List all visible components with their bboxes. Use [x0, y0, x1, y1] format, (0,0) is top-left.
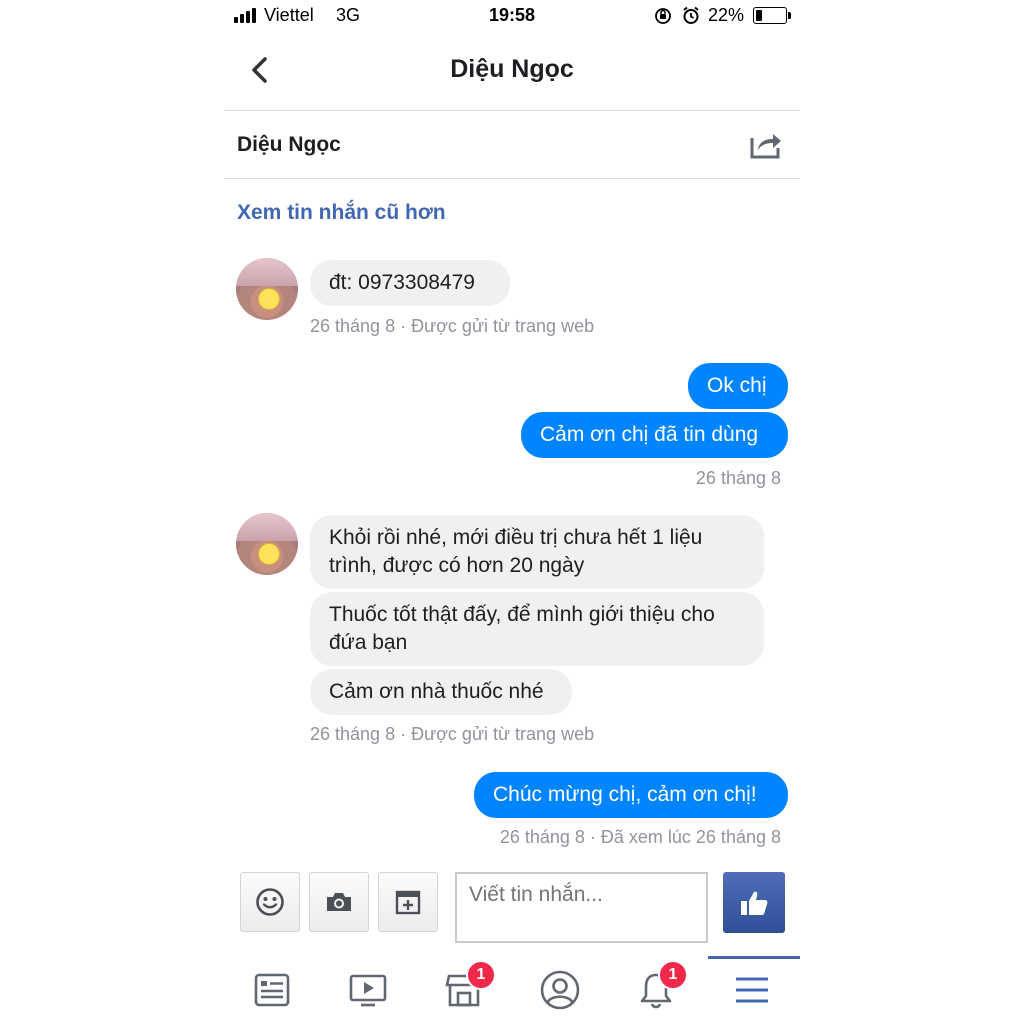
notification-badge: 1: [466, 960, 496, 990]
outgoing-message-bubble[interactable]: Chúc mừng chị, cảm ơn chị!: [474, 772, 788, 818]
see-older-messages-link[interactable]: Xem tin nhắn cũ hơn: [237, 201, 446, 225]
incoming-message-bubble[interactable]: Cảm ơn nhà thuốc nhé: [310, 669, 572, 715]
outgoing-message-bubble[interactable]: Ok chị: [688, 363, 788, 409]
tab-marketplace[interactable]: 1: [416, 960, 512, 1020]
battery-icon: [753, 7, 791, 24]
header-divider: [224, 110, 800, 111]
smiley-icon: [256, 888, 284, 916]
message-line: trình, được có hơn 20 ngày: [329, 554, 585, 577]
camera-icon: [327, 893, 351, 911]
message-timestamp: 26 tháng 8 · Được gửi từ trang web: [310, 316, 595, 336]
message-input[interactable]: [455, 872, 708, 943]
page-title: Diệu Ngọc: [450, 55, 574, 83]
tab-menu[interactable]: [704, 960, 800, 1020]
message-line: đứa bạn: [329, 631, 408, 654]
add-attachment-button[interactable]: [378, 872, 438, 932]
tab-profile[interactable]: [512, 960, 608, 1020]
watch-video-icon: [349, 974, 387, 1007]
rotation-lock-icon: [655, 8, 671, 24]
message-seen-status: 26 tháng 8 · Đã xem lúc 26 tháng 8: [499, 827, 781, 847]
profile-icon: [540, 970, 580, 1010]
share-icon[interactable]: [749, 128, 783, 160]
thumbs-up-icon: [741, 891, 768, 915]
tab-notifications[interactable]: 1: [608, 960, 704, 1020]
incoming-message-bubble[interactable]: Khỏi rồi nhé, mới điều trị chưa hết 1 li…: [310, 515, 764, 589]
active-tab-indicator: [708, 956, 800, 959]
incoming-message-bubble[interactable]: Thuốc tốt thật đấy, để mình giới thiệu c…: [310, 592, 764, 666]
tab-news-feed[interactable]: [224, 960, 320, 1020]
tab-watch[interactable]: [320, 960, 416, 1020]
menu-icon: [736, 977, 768, 1003]
incoming-message-bubble[interactable]: đt: 0973308479: [310, 260, 510, 306]
message-timestamp: 26 tháng 8: [695, 468, 781, 488]
message-line: Thuốc tốt thật đấy, để mình giới thiệu c…: [329, 603, 715, 626]
status-bar: Viettel 3G 19:58 22%: [224, 0, 800, 32]
like-send-button[interactable]: [723, 872, 785, 933]
battery-percentage: 22%: [708, 5, 745, 25]
message-line: Khỏi rồi nhé, mới điều trị chưa hết 1 li…: [329, 526, 703, 549]
contact-divider: [224, 178, 800, 179]
outgoing-message-bubble[interactable]: Cảm ơn chị đã tin dùng: [521, 412, 788, 458]
add-media-icon: [395, 890, 421, 915]
emoji-button[interactable]: [240, 872, 300, 932]
avatar[interactable]: [236, 513, 298, 575]
news-feed-icon: [254, 973, 290, 1007]
notification-badge: 1: [658, 960, 688, 990]
contact-name[interactable]: Diệu Ngọc: [237, 133, 341, 157]
avatar[interactable]: [236, 258, 298, 320]
message-timestamp: 26 tháng 8 · Được gửi từ trang web: [310, 724, 595, 744]
alarm-icon: [683, 6, 699, 24]
camera-button[interactable]: [309, 872, 369, 932]
messenger-screen: Viettel 3G 19:58 22% Diệu Ngọc Diệu Ngọc…: [224, 0, 800, 1024]
